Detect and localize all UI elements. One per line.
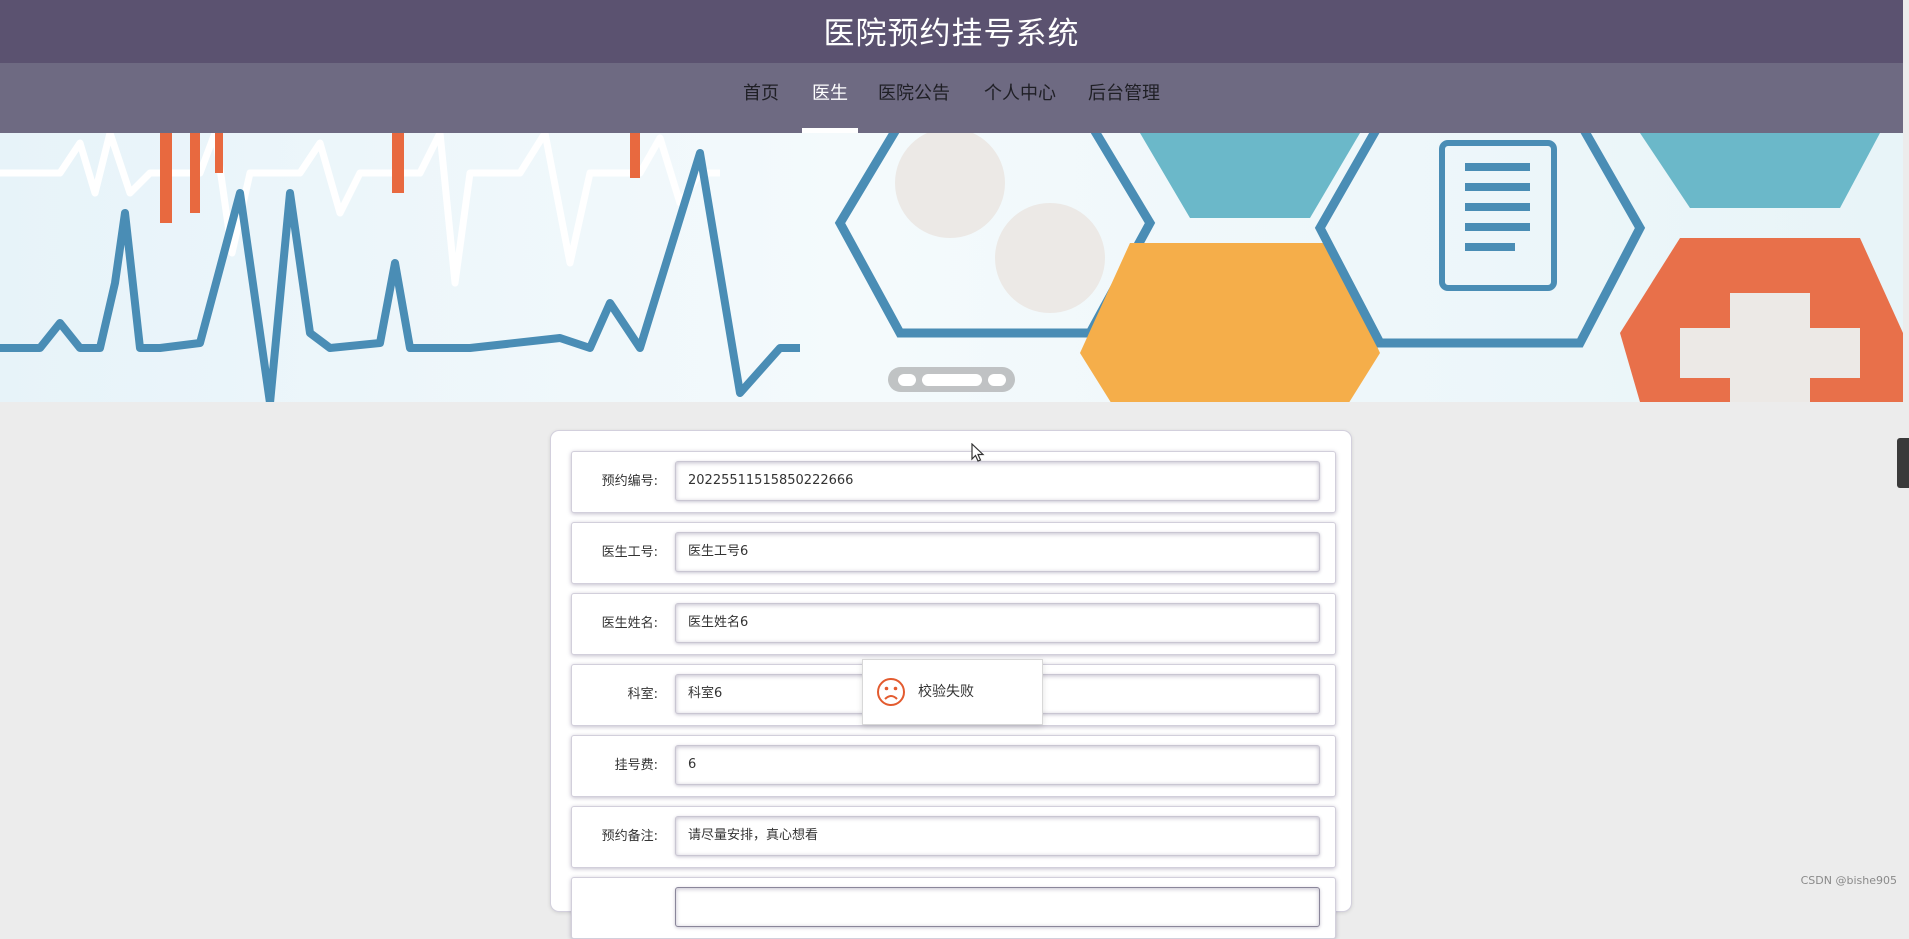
hero-banner-image <box>0 133 1903 402</box>
field-label: 医生工号: <box>601 545 658 560</box>
appointment-note-input[interactable]: 请尽量安排，真心想看 <box>675 816 1320 856</box>
nav-item-profile[interactable]: 个人中心 <box>980 63 1060 133</box>
nav-item-doctor[interactable]: 医生 <box>802 63 858 133</box>
carousel-indicator <box>888 367 1015 392</box>
nav-item-home[interactable]: 首页 <box>738 63 784 133</box>
doctor-name-input[interactable]: 医生姓名6 <box>675 603 1320 643</box>
mouse-cursor-icon <box>971 443 985 462</box>
appointment-no-input[interactable]: 20225511515850222666 <box>675 461 1320 501</box>
registration-fee-input[interactable]: 6 <box>675 745 1320 785</box>
nav-item-announcements[interactable]: 医院公告 <box>874 63 954 133</box>
carousel-dot-1[interactable] <box>898 374 916 386</box>
field-label: 挂号费: <box>614 758 658 773</box>
field-appointment-note: 预约备注: 请尽量安排，真心想看 <box>571 806 1336 868</box>
validation-toast: 校验失败 <box>862 659 1043 725</box>
nav-item-admin[interactable]: 后台管理 <box>1084 63 1164 133</box>
field-label: 科室: <box>627 687 658 702</box>
field-doctor-id: 医生工号: 医生工号6 <box>571 522 1336 584</box>
sad-face-icon <box>877 678 905 706</box>
field-doctor-name: 医生姓名: 医生姓名6 <box>571 593 1336 655</box>
field-appointment-no: 预约编号: 20225511515850222666 <box>571 451 1336 513</box>
site-title: 医院预约挂号系统 <box>823 16 1080 52</box>
field-label: 预约备注: <box>601 829 658 844</box>
medical-banner-illustration <box>0 133 1903 402</box>
doctor-id-input[interactable]: 医生工号6 <box>675 532 1320 572</box>
field-next-partial <box>571 877 1336 939</box>
next-field-input[interactable] <box>675 887 1320 927</box>
field-registration-fee: 挂号费: 6 <box>571 735 1336 797</box>
main-nav: 首页 医生 医院公告 个人中心 后台管理 <box>0 63 1903 133</box>
field-label: 医生姓名: <box>601 616 658 631</box>
header-bar: 医院预约挂号系统 <box>0 0 1903 63</box>
carousel-dot-2-active[interactable] <box>922 374 982 386</box>
watermark: CSDN @bishe905 <box>1800 874 1897 887</box>
toast-message: 校验失败 <box>918 684 974 700</box>
field-label: 预约编号: <box>601 474 658 489</box>
side-panel-toggle[interactable] <box>1897 438 1909 488</box>
carousel-dot-3[interactable] <box>988 374 1006 386</box>
